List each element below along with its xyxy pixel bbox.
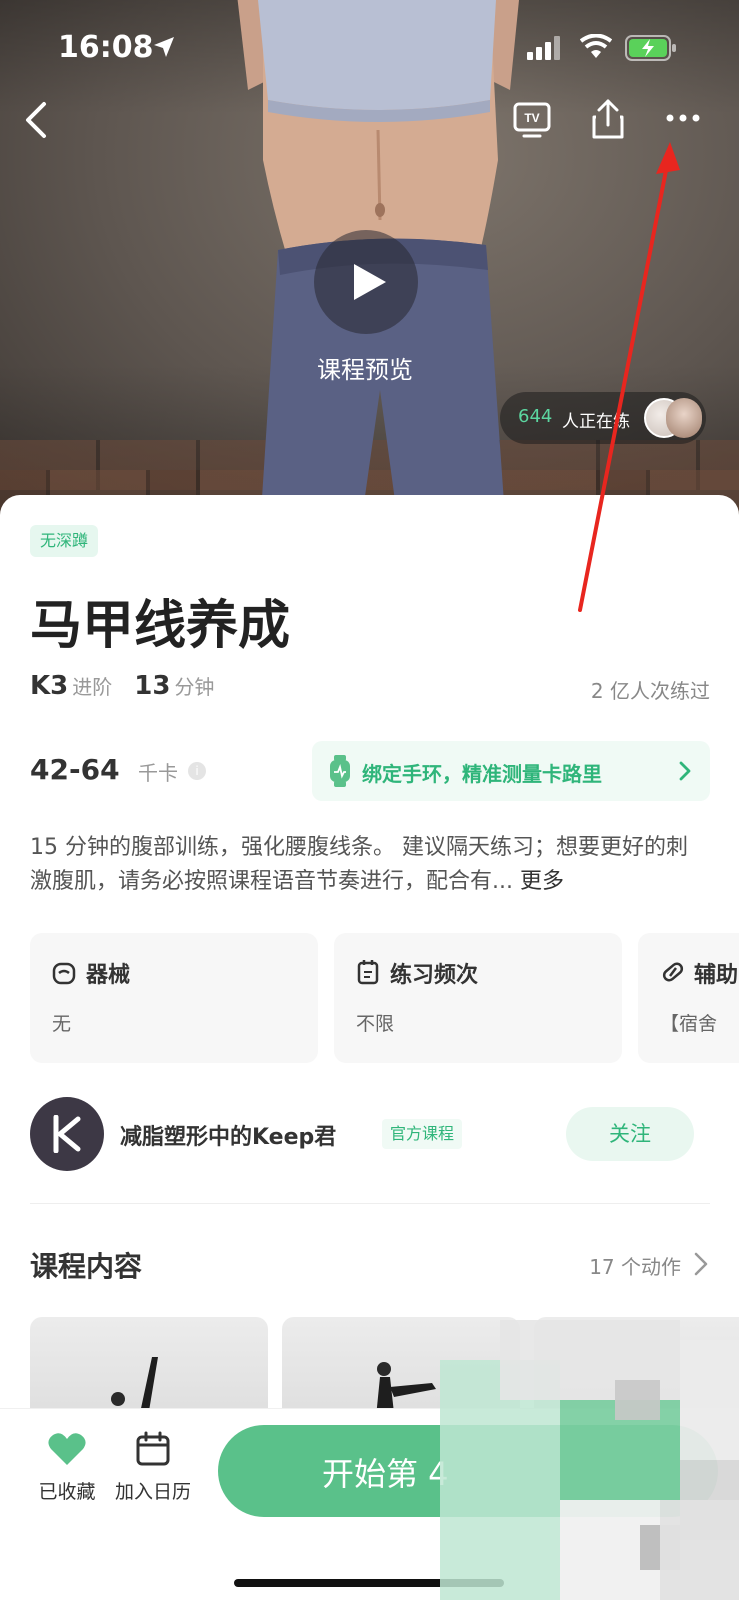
annotation-arrow-icon — [578, 142, 680, 612]
info-card-value: 【宿舍 — [660, 1013, 718, 1035]
calorie-unit: 千卡 — [138, 761, 178, 785]
svg-text:TV: TV — [524, 111, 539, 125]
info-card-value: 不限 — [356, 1013, 395, 1035]
calorie-row: 42-64 千卡 i 绑定手环，精准测量卡路里 — [30, 741, 710, 801]
back-chevron-icon[interactable] — [20, 98, 60, 142]
live-count: 644 — [518, 406, 553, 427]
info-card-label: 辅助 — [694, 963, 739, 988]
info-card-equipment: 器械 无 — [30, 933, 318, 1063]
info-card-label: 器械 — [86, 963, 131, 988]
preview-label: 课程预览 — [317, 356, 413, 384]
favorite-button[interactable]: 已收藏 — [32, 1431, 102, 1504]
add-calendar-label: 加入日历 — [114, 1481, 191, 1503]
course-level-label: 进阶 — [72, 675, 113, 699]
course-meta: K3 进阶 13 分钟 2 亿人次练过 — [30, 671, 710, 711]
action-count-link[interactable]: 17 个动作 — [589, 1251, 681, 1280]
heart-icon — [48, 1433, 86, 1465]
author-row: 减脂塑形中的Keep君 官方课程 关注 — [30, 1097, 710, 1177]
smartwatch-icon — [330, 755, 350, 787]
play-icon — [354, 264, 386, 300]
divider — [30, 1203, 710, 1204]
chevron-right-icon — [679, 761, 691, 781]
description-more-link[interactable]: 更多 — [520, 869, 564, 894]
info-card-value: 无 — [52, 1013, 72, 1035]
bind-band-banner[interactable]: 绑定手环，精准测量卡路里 — [312, 741, 710, 801]
info-icon[interactable]: i — [188, 762, 206, 780]
favorite-label: 已收藏 — [38, 1481, 96, 1503]
keep-logo-icon — [53, 1115, 81, 1153]
course-participants: 2 亿人次练过 — [590, 679, 710, 703]
start-training-label: 开始第 4 — [322, 1455, 449, 1493]
play-preview-button[interactable] — [314, 230, 418, 334]
battery-charging-icon — [625, 35, 676, 61]
mosaic-overlay — [440, 1320, 739, 1600]
add-calendar-button[interactable]: 加入日历 — [112, 1431, 194, 1504]
wifi-icon — [580, 34, 612, 58]
calendar-icon — [136, 1431, 170, 1466]
chevron-right-icon[interactable] — [693, 1251, 709, 1277]
course-level: K3 — [30, 671, 69, 701]
follow-button[interactable]: 关注 — [566, 1107, 694, 1161]
course-description-text: 15 分钟的腹部训练，强化腰腹线条。 建议隔天练习；想要更好的刺激腹肌，请务必按… — [30, 835, 688, 894]
location-arrow-icon — [154, 37, 174, 57]
pill-icon — [662, 962, 684, 982]
author-avatar[interactable] — [30, 1097, 104, 1171]
course-tag: 无深蹲 — [30, 525, 99, 557]
info-card-label: 练习频次 — [390, 963, 479, 988]
more-options-icon[interactable] — [665, 112, 701, 124]
info-card-assist: 辅助 【宿舍 — [638, 933, 739, 1063]
bind-band-text: 绑定手环，精准测量卡路里 — [362, 762, 602, 786]
status-time: 16:08 — [58, 30, 154, 65]
official-course-badge: 官方课程 — [382, 1119, 463, 1149]
tv-cast-icon[interactable]: TV — [512, 100, 552, 140]
info-card-frequency: 练习频次 不限 — [334, 933, 622, 1063]
course-title: 马甲线养成 — [30, 596, 291, 656]
author-name[interactable]: 减脂塑形中的Keep君 — [120, 1119, 336, 1151]
cellular-signal-icon — [527, 36, 560, 60]
status-bar: 16:08 — [0, 0, 739, 100]
kettlebell-icon — [52, 962, 76, 985]
info-cards-row: 器械 无 练习频次 不限 辅助 【宿舍 — [30, 933, 739, 1063]
calendar-icon — [357, 960, 379, 985]
course-duration: 13 — [134, 671, 171, 701]
course-description[interactable]: 15 分钟的腹部训练，强化腰腹线条。 建议隔天练习；想要更好的刺激腹肌，请务必按… — [30, 831, 700, 899]
course-duration-unit: 分钟 — [174, 675, 215, 699]
course-content-title: 课程内容 — [30, 1250, 143, 1283]
calorie-value: 42-64 — [30, 753, 120, 786]
